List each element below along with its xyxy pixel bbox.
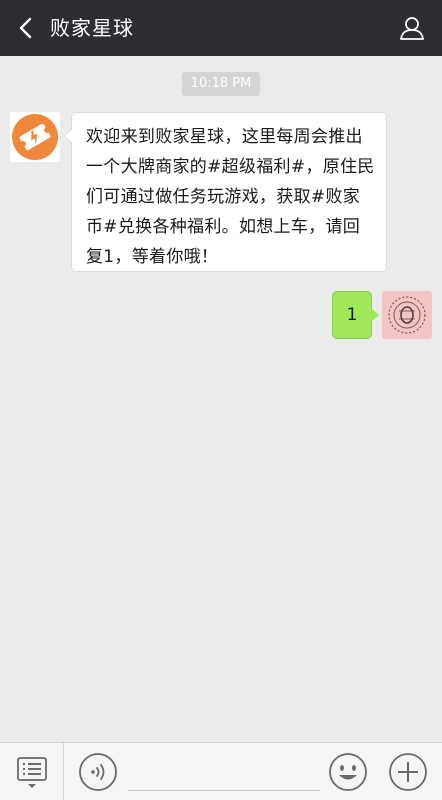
stamp-avatar-icon [383,291,431,339]
list-menu-icon [16,757,47,788]
title-bar: 败家星球 [0,0,442,56]
outgoing-message-bubble[interactable]: 1 [332,291,379,339]
chat-title: 败家星球 [50,16,134,40]
voice-input-button[interactable] [78,752,118,792]
smile-icon [329,753,367,791]
orange-ticket-logo-icon [12,114,58,160]
message-input[interactable] [128,753,320,791]
user-avatar[interactable] [382,291,432,339]
incoming-message-text: 欢迎来到败家星球，这里每周会推出一个大牌商家的#超级福利#，原住民们可通过做任务… [86,127,375,267]
outgoing-message-text: 1 [346,305,358,325]
incoming-message-bubble[interactable]: 欢迎来到败家星球，这里每周会推出一个大牌商家的#超级福利#，原住民们可通过做任务… [64,112,387,272]
profile-button[interactable] [394,10,430,46]
sender-avatar[interactable] [10,112,60,162]
emoji-button[interactable] [328,752,368,792]
message-timestamp: 10:18 PM [182,72,260,96]
more-options-button[interactable] [388,752,428,792]
input-toolbar [0,742,442,800]
plus-icon [389,753,427,791]
voice-icon [79,753,117,791]
menu-toggle-button[interactable] [0,743,64,800]
person-outline-icon [400,17,424,40]
back-button[interactable] [8,8,44,48]
chevron-left-icon [19,17,32,39]
